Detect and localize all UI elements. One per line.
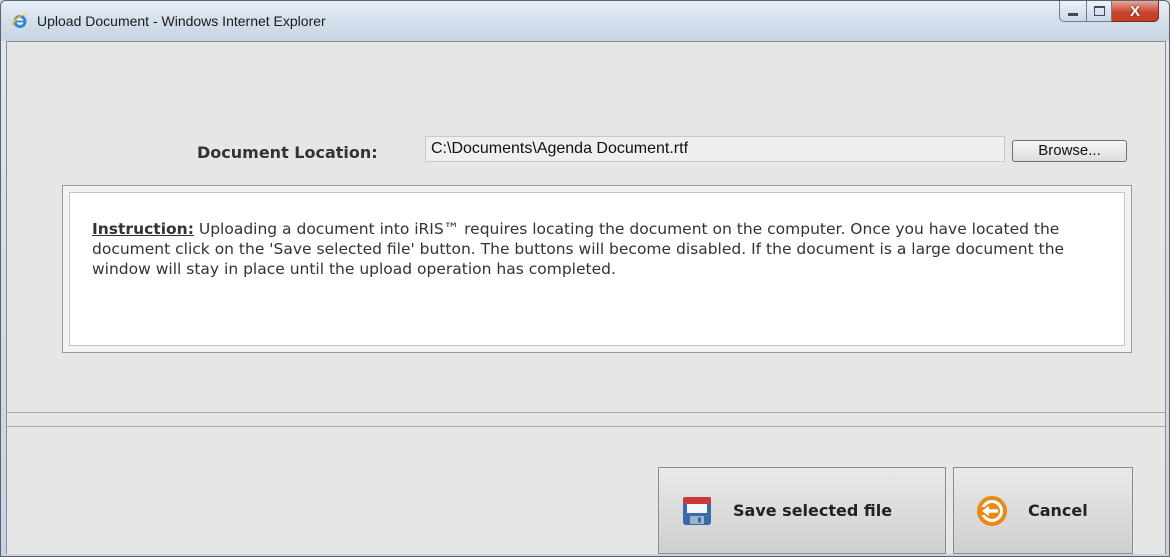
internet-explorer-icon [12, 14, 28, 28]
action-panel: Save selected file Cancel [7, 426, 1165, 554]
cancel-undo-icon [977, 495, 1007, 526]
maximize-button[interactable] [1087, 1, 1112, 22]
instruction-inner: Instruction: Uploading a document into i… [69, 192, 1125, 346]
browse-button[interactable]: Browse... [1012, 140, 1127, 162]
maximize-icon [1093, 6, 1105, 16]
floppy-disk-icon [683, 496, 711, 525]
cancel-button[interactable]: Cancel [953, 467, 1133, 554]
save-selected-file-button[interactable]: Save selected file [658, 467, 946, 554]
instruction-heading: Instruction: [92, 220, 194, 238]
cancel-label: Cancel [1028, 501, 1088, 520]
window-title: Upload Document - Windows Internet Explo… [37, 13, 326, 29]
minimize-icon [1068, 12, 1078, 16]
upload-panel: Document Location: C:\Documents\Agenda D… [7, 42, 1165, 413]
document-location-field[interactable]: C:\Documents\Agenda Document.rtf [425, 136, 1005, 162]
title-bar[interactable]: Upload Document - Windows Internet Explo… [1, 1, 1169, 41]
close-button[interactable]: X [1112, 1, 1159, 22]
instruction-text: Instruction: Uploading a document into i… [92, 219, 1102, 279]
browser-window: Upload Document - Windows Internet Explo… [0, 0, 1170, 557]
minimize-button[interactable] [1059, 1, 1087, 22]
save-selected-file-label: Save selected file [733, 501, 893, 520]
instruction-box: Instruction: Uploading a document into i… [62, 185, 1132, 353]
close-icon: X [1129, 2, 1140, 20]
dialog-content: Document Location: C:\Documents\Agenda D… [6, 41, 1166, 554]
instruction-body: Uploading a document into iRIS™ requires… [92, 220, 1065, 278]
caption-buttons: X [1059, 1, 1159, 23]
document-location-label: Document Location: [197, 143, 378, 162]
